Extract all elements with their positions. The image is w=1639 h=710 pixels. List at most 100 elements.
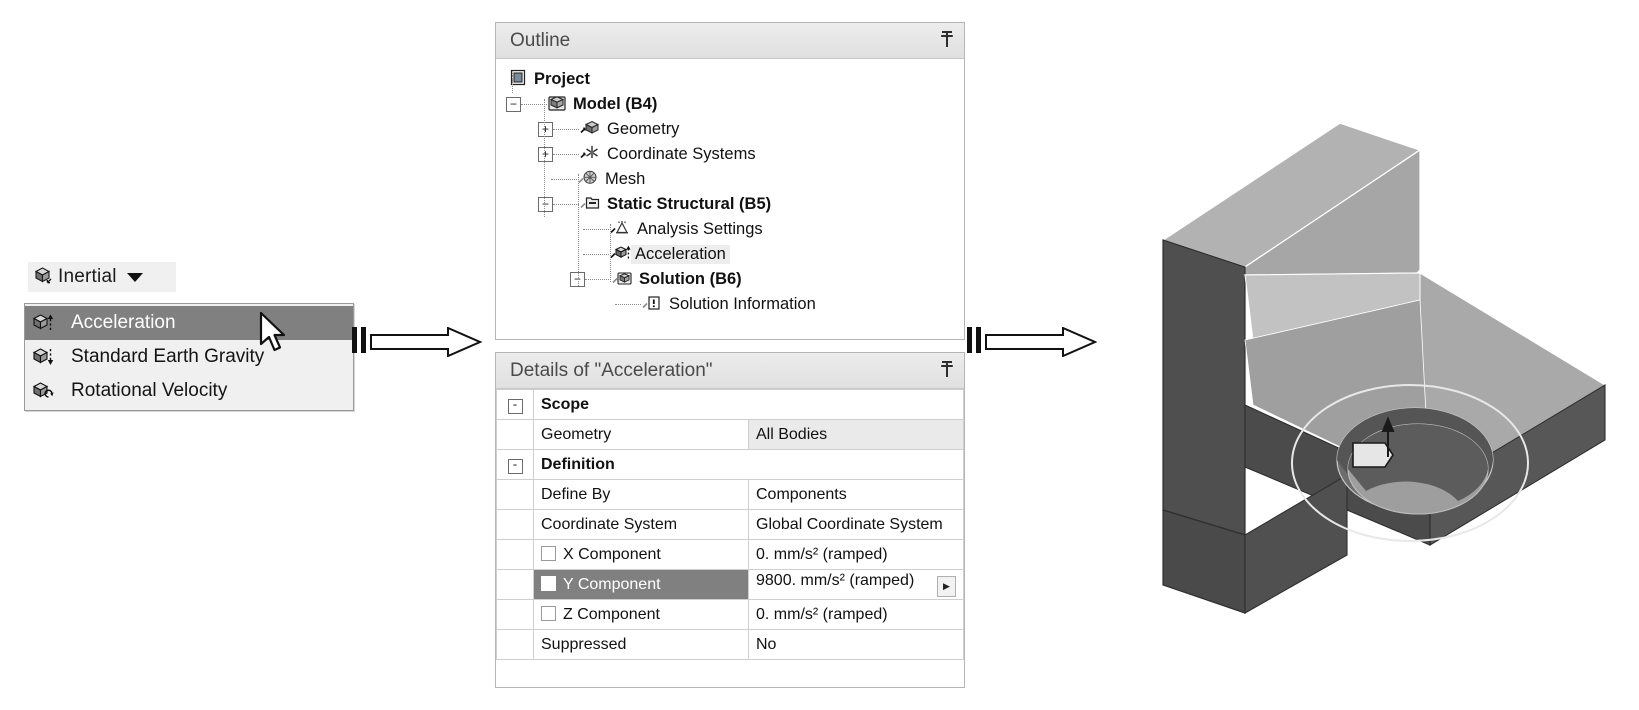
flow-arrow-2 (967, 327, 1097, 357)
details-row-geometry[interactable]: Geometry All Bodies (496, 419, 964, 450)
menu-item-standard-earth-gravity[interactable]: Standard Earth Gravity (25, 340, 353, 374)
y-component-checkbox[interactable] (541, 575, 556, 591)
tree-item-solution[interactable]: − Solution (B6) (506, 267, 964, 292)
details-panel-header: Details of "Acceleration" (496, 353, 964, 389)
section-toggle[interactable]: - (496, 389, 534, 420)
tree-item-label: Solution Information (669, 295, 816, 313)
menu-item-label: Rotational Velocity (71, 380, 228, 401)
details-row-section[interactable]: - Scope (496, 389, 964, 420)
tree-item-static-structural[interactable]: − Static Structural (B5) (506, 192, 964, 217)
model-icon (547, 93, 567, 117)
solution-information-icon (641, 293, 663, 317)
solution-icon (611, 268, 633, 292)
acceleration-cube-icon (609, 243, 631, 267)
row-value[interactable]: 0. mm/s² (ramped) (748, 539, 964, 570)
details-row-x-component[interactable]: X Component 0. mm/s² (ramped) (496, 539, 964, 570)
gravity-cube-icon (31, 345, 57, 369)
tree-item-acceleration[interactable]: Acceleration (506, 242, 964, 267)
coordinate-systems-icon (579, 143, 601, 167)
3d-model-viewport[interactable] (1085, 85, 1630, 645)
outline-panel-header: Outline (496, 23, 964, 59)
block-arrow-bars-icon (352, 327, 366, 353)
details-row-section[interactable]: - Definition (496, 449, 964, 480)
row-key: Suppressed (533, 629, 749, 660)
expander-expand-icon[interactable]: + (538, 122, 553, 137)
details-panel-title: Details of "Acceleration" (510, 359, 713, 381)
row-key: Geometry (533, 419, 749, 450)
block-arrow-bars-icon (967, 327, 981, 353)
inertial-label: Inertial (58, 266, 117, 287)
bracket-geometry (1161, 122, 1607, 614)
tree-item-label: Model (B4) (573, 95, 658, 113)
collapse-icon[interactable]: - (507, 399, 523, 414)
row-gutter (496, 509, 534, 540)
details-row-coordinate-system[interactable]: Coordinate System Global Coordinate Syst… (496, 509, 964, 540)
static-structural-icon (579, 193, 601, 217)
pin-icon[interactable] (940, 30, 954, 51)
inertial-dropdown-menu[interactable]: Acceleration Standard Earth Gravity Rota (24, 303, 354, 411)
details-row-suppressed[interactable]: Suppressed No (496, 629, 964, 660)
section-toggle[interactable]: - (496, 449, 534, 480)
tree-item-label: Coordinate Systems (607, 145, 756, 163)
acceleration-cube-icon (31, 311, 57, 335)
expander-collapse-icon[interactable]: − (538, 197, 553, 212)
tree-item-label: Solution (B6) (639, 270, 742, 288)
row-value[interactable]: Global Coordinate System (748, 509, 964, 540)
inertial-cube-icon (32, 264, 54, 291)
row-value[interactable]: Components (748, 479, 964, 510)
details-row-define-by[interactable]: Define By Components (496, 479, 964, 510)
menu-item-acceleration[interactable]: Acceleration (25, 306, 353, 340)
tree-item-analysis-settings[interactable]: Analysis Settings (506, 217, 964, 242)
expander-expand-icon[interactable]: + (538, 147, 553, 162)
chevron-down-icon[interactable] (126, 272, 143, 282)
menu-item-label: Acceleration (71, 312, 176, 333)
row-key-label: X Component (563, 545, 661, 563)
row-gutter (496, 569, 534, 600)
value-dropdown-arrow-icon[interactable]: ▶ (937, 576, 956, 597)
tree-item-model[interactable]: − Model (B4) (506, 92, 964, 117)
row-value-text: 9800. mm/s² (ramped) (756, 572, 915, 589)
row-key-label: Y Component (563, 575, 661, 593)
flow-arrow-1 (352, 327, 482, 357)
row-gutter (496, 479, 534, 510)
details-table[interactable]: - Scope Geometry All Bodies - Definition… (496, 389, 964, 660)
details-row-y-component[interactable]: Y Component ▶ 9800. mm/s² (ramped) (496, 569, 964, 600)
tree-item-mesh[interactable]: Mesh (506, 167, 964, 192)
pin-icon[interactable] (940, 360, 954, 381)
row-value[interactable]: 0. mm/s² (ramped) (748, 599, 964, 630)
tree-item-solution-information[interactable]: Solution Information (506, 292, 964, 317)
z-component-checkbox[interactable] (541, 605, 556, 621)
row-key: Define By (533, 479, 749, 510)
row-gutter (496, 419, 534, 450)
menu-item-rotational-velocity[interactable]: Rotational Velocity (25, 374, 353, 408)
tree-item-project[interactable]: Project (506, 67, 964, 92)
collapse-icon[interactable]: - (507, 459, 523, 474)
outline-panel-title: Outline (510, 29, 571, 51)
tree-item-label: Mesh (605, 170, 646, 188)
tree-item-label: Acceleration (631, 245, 730, 264)
x-component-checkbox[interactable] (541, 545, 556, 561)
details-row-z-component[interactable]: Z Component 0. mm/s² (ramped) (496, 599, 964, 630)
menu-item-label: Standard Earth Gravity (71, 346, 265, 367)
tree-item-label: Static Structural (B5) (607, 195, 772, 213)
row-key-label: Z Component (563, 605, 660, 623)
tree-item-geometry[interactable]: + Geometry (506, 117, 964, 142)
tree-item-label: Geometry (607, 120, 680, 138)
inertial-toolbar-button[interactable]: Inertial (28, 262, 176, 292)
row-gutter (496, 629, 534, 660)
mouse-pointer-icon (258, 311, 292, 362)
outline-tree[interactable]: Project − Model (B4) + Geometry + Coordi… (496, 59, 964, 317)
outline-panel: Outline Project − Model (B4) + Geometry … (495, 22, 965, 340)
row-key: X Component (533, 539, 749, 570)
tree-item-coordinate-systems[interactable]: + Coordinate Systems (506, 142, 964, 167)
row-key: Y Component (533, 569, 749, 600)
rotational-velocity-cube-icon (31, 379, 57, 403)
tree-item-label: Analysis Settings (637, 220, 763, 238)
expander-collapse-icon[interactable]: − (506, 97, 521, 112)
row-key: Z Component (533, 599, 749, 630)
row-value[interactable]: ▶ 9800. mm/s² (ramped) (748, 569, 964, 600)
row-value[interactable]: No (748, 629, 964, 660)
details-panel: Details of "Acceleration" - Scope Geomet… (495, 352, 965, 688)
row-value[interactable]: All Bodies (748, 419, 964, 450)
section-label: Scope (533, 389, 964, 420)
